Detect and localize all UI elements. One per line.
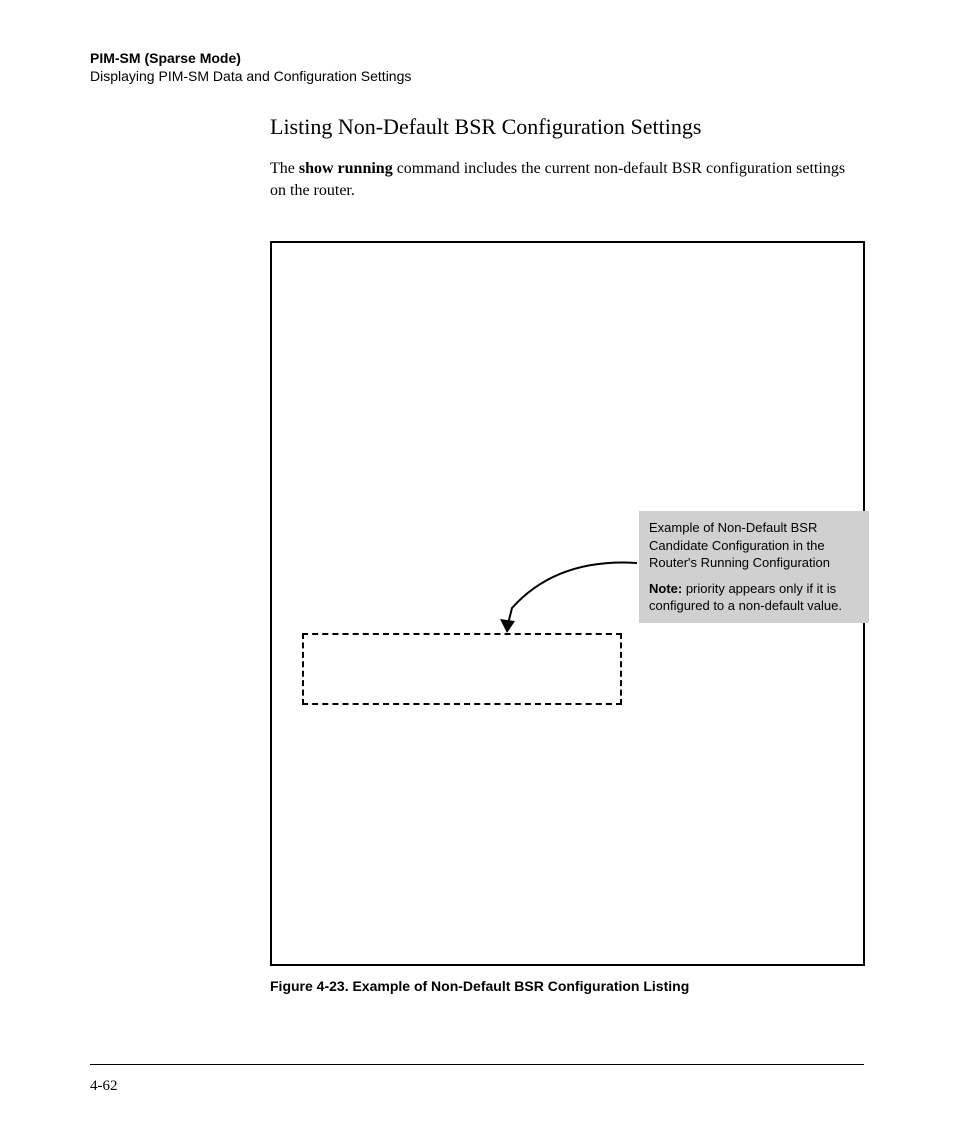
body-bold-command: show running	[299, 160, 393, 177]
body-paragraph: The show running command includes the cu…	[270, 158, 864, 201]
header-title: PIM-SM (Sparse Mode)	[90, 50, 864, 66]
content-area: Listing Non-Default BSR Configuration Se…	[270, 114, 864, 994]
header-subtitle: Displaying PIM-SM Data and Configuration…	[90, 68, 864, 84]
page-header: PIM-SM (Sparse Mode) Displaying PIM-SM D…	[90, 50, 864, 84]
dashed-highlight-box	[302, 633, 622, 705]
callout-box: Example of Non-Default BSR Candidate Con…	[639, 511, 869, 623]
page-number: 4-62	[90, 1078, 118, 1095]
footer-rule	[90, 1064, 864, 1065]
arrow-icon	[467, 553, 647, 643]
body-prefix: The	[270, 160, 299, 177]
callout-description: Example of Non-Default BSR Candidate Con…	[649, 519, 859, 572]
section-heading: Listing Non-Default BSR Configuration Se…	[270, 114, 864, 140]
callout-note: Note: priority appears only if it is con…	[649, 580, 859, 615]
callout-note-label: Note:	[649, 581, 682, 596]
figure-box: Example of Non-Default BSR Candidate Con…	[270, 241, 865, 966]
figure-caption: Figure 4-23. Example of Non-Default BSR …	[270, 978, 864, 994]
